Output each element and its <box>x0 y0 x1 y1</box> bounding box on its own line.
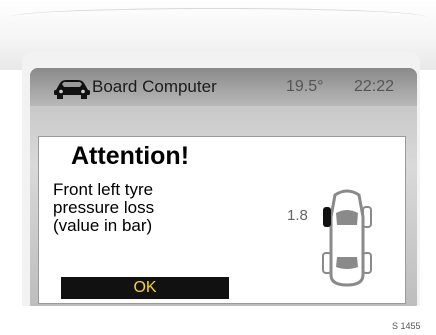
image-reference-code: S 1455 <box>392 321 421 331</box>
tyre-pressure-value: 1.8 <box>287 207 308 224</box>
bezel-contour <box>10 8 426 17</box>
car-top-view-icon <box>322 189 372 287</box>
tyre-pressure-warning-dialog: Attention! Front left tyre pressure loss… <box>38 136 406 304</box>
tyre-front-left <box>323 207 331 227</box>
clock-time: 22:22 <box>354 78 395 95</box>
warning-message-line: Front left tyre <box>53 180 154 199</box>
warning-message-line: pressure loss <box>53 198 155 217</box>
warning-message-line: (value in bar) <box>53 216 153 235</box>
ok-button[interactable]: OK <box>61 277 229 299</box>
car-icon <box>54 80 90 99</box>
dashboard-bezel-bottom <box>0 306 436 335</box>
outside-temperature: 19.5° <box>286 78 324 95</box>
dialog-heading: Attention! <box>71 142 190 170</box>
display-title: Board Computer <box>92 77 217 96</box>
